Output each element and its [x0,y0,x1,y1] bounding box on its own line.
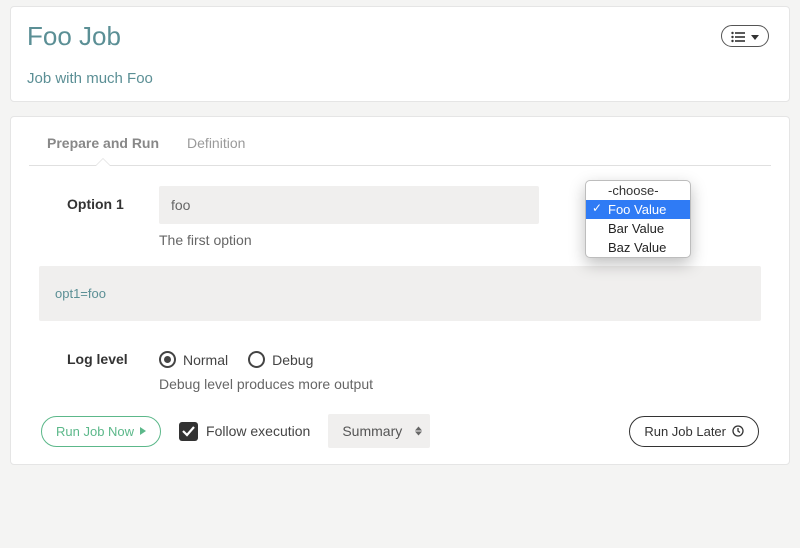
loglevel-help: Debug level produces more output [159,376,761,392]
tab-bar: Prepare and Run Definition [29,133,771,166]
follow-execution-checkbox[interactable] [179,422,198,441]
tab-definition[interactable]: Definition [187,133,245,165]
job-actions-menu[interactable] [721,25,769,47]
follow-execution-label: Follow execution [206,423,310,439]
loglevel-debug-label: Debug [272,352,313,368]
radio-unchecked-icon [248,351,265,368]
checkmark-icon [182,426,195,437]
run-job-later-button[interactable]: Run Job Later [629,416,759,447]
loglevel-label: Log level [39,341,139,367]
dropdown-placeholder[interactable]: -choose- [586,181,690,200]
dropdown-item-baz[interactable]: Baz Value [586,238,690,257]
dropdown-item-bar[interactable]: Bar Value [586,219,690,238]
run-job-now-label: Run Job Now [56,424,134,439]
play-icon [140,427,146,435]
option1-input[interactable] [159,186,539,224]
run-job-now-button[interactable]: Run Job Now [41,416,161,447]
view-mode-select[interactable]: Summary [328,414,430,448]
loglevel-normal-radio[interactable]: Normal [159,351,228,368]
option1-label: Option 1 [39,186,139,212]
view-mode-value: Summary [342,423,402,439]
job-run-panel: Prepare and Run Definition Option 1 The … [10,116,790,465]
select-caret-icon [415,427,422,436]
options-preview: opt1=foo [39,266,761,321]
tab-prepare-and-run[interactable]: Prepare and Run [47,133,159,165]
job-title: Foo Job [27,21,153,52]
loglevel-debug-radio[interactable]: Debug [248,351,313,368]
list-icon [731,31,746,43]
clock-icon [732,425,744,437]
radio-checked-icon [159,351,176,368]
caret-down-icon [751,35,759,40]
run-job-later-label: Run Job Later [644,424,726,439]
loglevel-normal-label: Normal [183,352,228,368]
job-header: Foo Job Job with much Foo [10,6,790,102]
job-description: Job with much Foo [27,70,153,87]
dropdown-item-foo[interactable]: Foo Value [586,200,690,219]
option1-dropdown[interactable]: -choose- Foo Value Bar Value Baz Value [585,180,691,258]
